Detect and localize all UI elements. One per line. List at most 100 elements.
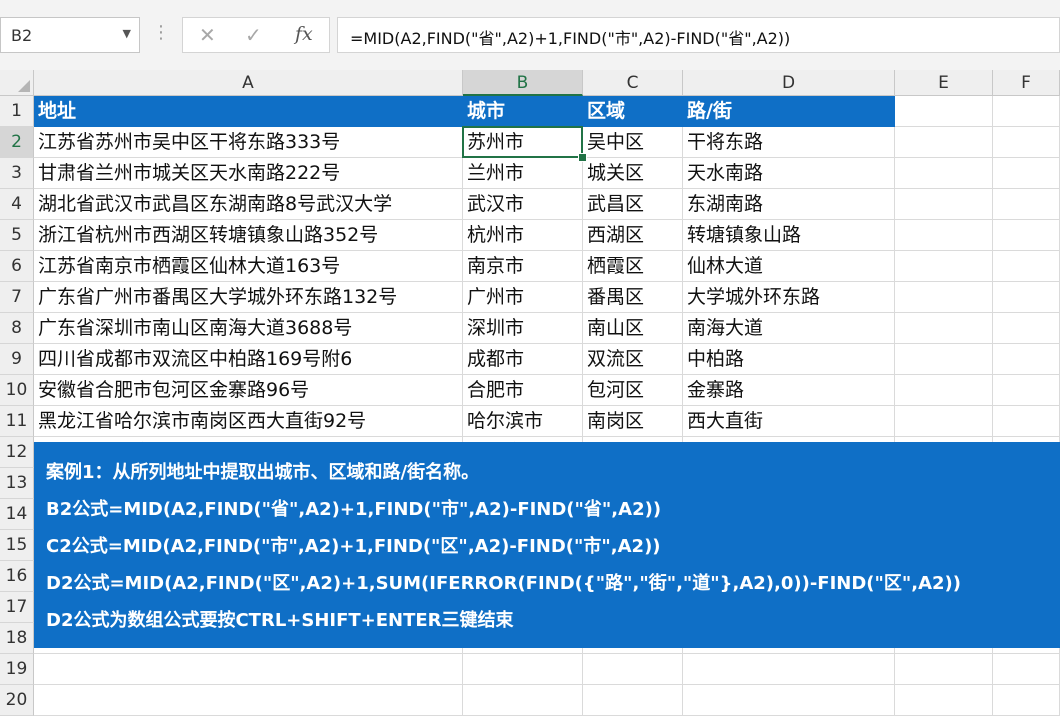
row-header-12[interactable]: 12 — [0, 437, 34, 468]
cell-b6[interactable]: 南京市 — [463, 251, 583, 282]
row-header-6[interactable]: 6 — [0, 251, 34, 282]
cell-a2[interactable]: 江苏省苏州市吴中区干将东路333号 — [34, 127, 463, 158]
cell-a4[interactable]: 湖北省武汉市武昌区东湖南路8号武汉大学 — [34, 189, 463, 220]
cell-b19[interactable] — [463, 654, 583, 685]
cell-f5[interactable] — [993, 220, 1060, 251]
cell-d10[interactable]: 金寨路 — [683, 375, 895, 406]
cell-e7[interactable] — [895, 282, 993, 313]
column-header-c[interactable]: C — [583, 70, 683, 96]
cell-d7[interactable]: 大学城外环东路 — [683, 282, 895, 313]
formula-input[interactable]: =MID(A2,FIND("省",A2)+1,FIND("市",A2)-FIND… — [337, 17, 1060, 53]
cell-f2[interactable] — [993, 127, 1060, 158]
row-header-17[interactable]: 17 — [0, 592, 34, 623]
cell-d1[interactable]: 路/街 — [683, 96, 895, 127]
cell-f9[interactable] — [993, 344, 1060, 375]
cell-c20[interactable] — [583, 685, 683, 716]
cell-d5[interactable]: 转塘镇象山路 — [683, 220, 895, 251]
row-header-15[interactable]: 15 — [0, 530, 34, 561]
row-header-9[interactable]: 9 — [0, 344, 34, 375]
cell-a11[interactable]: 黑龙江省哈尔滨市南岗区西大直街92号 — [34, 406, 463, 437]
cell-c4[interactable]: 武昌区 — [583, 189, 683, 220]
cell-c1[interactable]: 区域 — [583, 96, 683, 127]
cell-e6[interactable] — [895, 251, 993, 282]
row-header-20[interactable]: 20 — [0, 685, 34, 716]
cell-c3[interactable]: 城关区 — [583, 158, 683, 189]
cell-f11[interactable] — [993, 406, 1060, 437]
row-header-11[interactable]: 11 — [0, 406, 34, 437]
row-header-1[interactable]: 1 — [0, 96, 34, 127]
cell-b3[interactable]: 兰州市 — [463, 158, 583, 189]
cell-b4[interactable]: 武汉市 — [463, 189, 583, 220]
cell-a6[interactable]: 江苏省南京市栖霞区仙林大道163号 — [34, 251, 463, 282]
cell-e11[interactable] — [895, 406, 993, 437]
row-header-13[interactable]: 13 — [0, 468, 34, 499]
fill-handle[interactable] — [578, 153, 587, 162]
cell-b9[interactable]: 成都市 — [463, 344, 583, 375]
cell-e1[interactable] — [895, 96, 993, 127]
cell-d11[interactable]: 西大直街 — [683, 406, 895, 437]
column-header-a[interactable]: A — [34, 70, 463, 96]
cell-b7[interactable]: 广州市 — [463, 282, 583, 313]
cell-a3[interactable]: 甘肃省兰州市城关区天水南路222号 — [34, 158, 463, 189]
cell-d4[interactable]: 东湖南路 — [683, 189, 895, 220]
row-header-18[interactable]: 18 — [0, 623, 34, 654]
row-header-7[interactable]: 7 — [0, 282, 34, 313]
cancel-icon[interactable]: ✕ — [199, 23, 216, 47]
cell-e19[interactable] — [895, 654, 993, 685]
row-header-8[interactable]: 8 — [0, 313, 34, 344]
cell-a20[interactable] — [34, 685, 463, 716]
cell-a9[interactable]: 四川省成都市双流区中柏路169号附6 — [34, 344, 463, 375]
select-all-button[interactable] — [0, 70, 34, 96]
cell-c2[interactable]: 吴中区 — [583, 127, 683, 158]
cell-d3[interactable]: 天水南路 — [683, 158, 895, 189]
cell-d19[interactable] — [683, 654, 895, 685]
cell-d20[interactable] — [683, 685, 895, 716]
cell-c10[interactable]: 包河区 — [583, 375, 683, 406]
column-header-f[interactable]: F — [993, 70, 1060, 96]
cell-b1[interactable]: 城市 — [463, 96, 583, 127]
cell-c7[interactable]: 番禺区 — [583, 282, 683, 313]
cell-a1[interactable]: 地址 — [34, 96, 463, 127]
cell-c19[interactable] — [583, 654, 683, 685]
chevron-down-icon[interactable]: ▼ — [123, 27, 131, 40]
column-header-d[interactable]: D — [683, 70, 895, 96]
cell-a7[interactable]: 广东省广州市番禺区大学城外环东路132号 — [34, 282, 463, 313]
cell-f20[interactable] — [993, 685, 1060, 716]
row-header-10[interactable]: 10 — [0, 375, 34, 406]
cell-f4[interactable] — [993, 189, 1060, 220]
cell-e8[interactable] — [895, 313, 993, 344]
cell-f1[interactable] — [993, 96, 1060, 127]
cell-a8[interactable]: 广东省深圳市南山区南海大道3688号 — [34, 313, 463, 344]
cell-f8[interactable] — [993, 313, 1060, 344]
cell-c6[interactable]: 栖霞区 — [583, 251, 683, 282]
cell-e4[interactable] — [895, 189, 993, 220]
cell-e3[interactable] — [895, 158, 993, 189]
insert-function-icon[interactable]: fx — [295, 23, 313, 45]
row-header-2[interactable]: 2 — [0, 127, 34, 158]
row-header-3[interactable]: 3 — [0, 158, 34, 189]
row-header-4[interactable]: 4 — [0, 189, 34, 220]
name-box[interactable]: B2 ▼ — [0, 17, 140, 53]
cell-f10[interactable] — [993, 375, 1060, 406]
cell-d8[interactable]: 南海大道 — [683, 313, 895, 344]
cell-c9[interactable]: 双流区 — [583, 344, 683, 375]
row-header-19[interactable]: 19 — [0, 654, 34, 685]
cell-b11[interactable]: 哈尔滨市 — [463, 406, 583, 437]
cell-d6[interactable]: 仙林大道 — [683, 251, 895, 282]
cell-a5[interactable]: 浙江省杭州市西湖区转塘镇象山路352号 — [34, 220, 463, 251]
column-header-e[interactable]: E — [895, 70, 993, 96]
drag-handle-icon[interactable]: ⋮ — [152, 22, 170, 43]
cell-f7[interactable] — [993, 282, 1060, 313]
cell-f3[interactable] — [993, 158, 1060, 189]
cell-a19[interactable] — [34, 654, 463, 685]
column-header-b[interactable]: B — [463, 70, 583, 96]
cell-c11[interactable]: 南岗区 — [583, 406, 683, 437]
cell-f19[interactable] — [993, 654, 1060, 685]
cell-b8[interactable]: 深圳市 — [463, 313, 583, 344]
cell-c8[interactable]: 南山区 — [583, 313, 683, 344]
cell-e20[interactable] — [895, 685, 993, 716]
enter-icon[interactable]: ✓ — [245, 23, 262, 47]
cell-d9[interactable]: 中柏路 — [683, 344, 895, 375]
cell-c5[interactable]: 西湖区 — [583, 220, 683, 251]
cell-e5[interactable] — [895, 220, 993, 251]
